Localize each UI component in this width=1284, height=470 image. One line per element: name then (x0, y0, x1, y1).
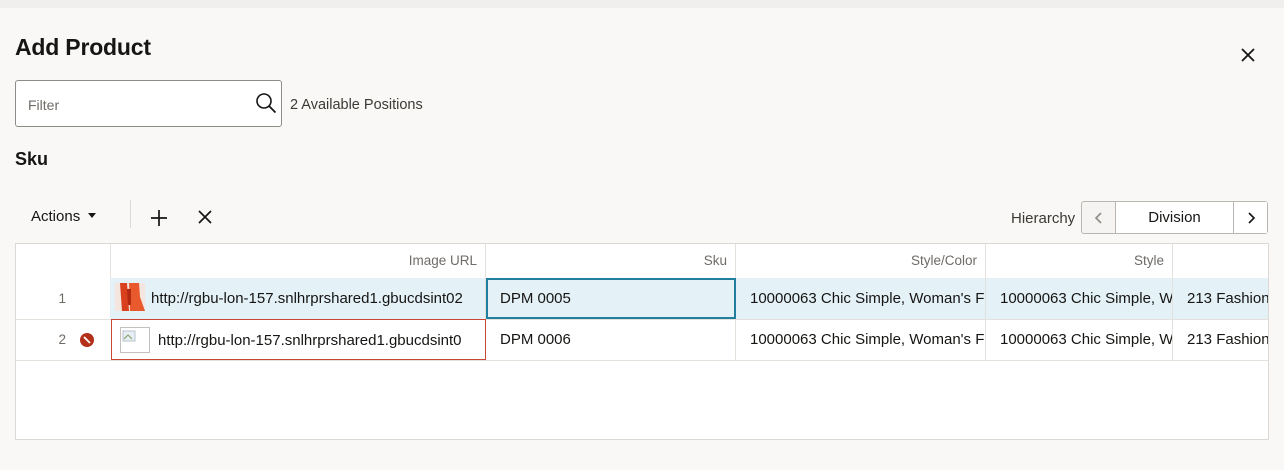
available-positions-text: 2 Available Positions (290, 97, 423, 113)
sku-table: Image URL Sku Style/Color Style 1 http:/… (15, 243, 1269, 440)
cell-style[interactable]: 10000063 Chic Simple, W (986, 319, 1173, 360)
broken-image-icon (120, 327, 150, 353)
hierarchy-next-button[interactable] (1233, 202, 1267, 233)
dialog-title: Add Product (15, 34, 151, 60)
cell-style-color[interactable]: 10000063 Chic Simple, Woman's F (736, 319, 986, 360)
table-row[interactable]: 1 http://rgbu-lon-157.snlhrprshared1.gbu… (16, 278, 1268, 320)
cell-style[interactable]: 10000063 Chic Simple, W (986, 278, 1173, 319)
x-icon[interactable] (195, 207, 215, 227)
filter-input[interactable] (26, 81, 250, 128)
background-page-strip (0, 0, 1284, 8)
plus-icon[interactable] (148, 207, 170, 229)
cell-extra[interactable]: 213 Fashion (1173, 319, 1268, 360)
filter-field[interactable] (15, 80, 282, 128)
image-url-text: http://rgbu-lon-157.snlhrprshared1.gbucd… (158, 332, 462, 349)
image-url-text: http://rgbu-lon-157.snlhrprshared1.gbucd… (151, 290, 463, 307)
error-icon (80, 333, 94, 347)
product-thumbnail (115, 283, 145, 311)
cell-sku[interactable]: DPM 0006 (486, 319, 736, 360)
cell-sku[interactable]: DPM 0005 (486, 278, 736, 319)
cell-image-url[interactable]: http://rgbu-lon-157.snlhrprshared1.gbucd… (111, 319, 486, 360)
row-header: 1 (16, 278, 110, 319)
caret-down-icon (88, 213, 97, 218)
header-sku[interactable]: Sku (486, 244, 736, 278)
cell-extra[interactable]: 213 Fashion (1173, 278, 1268, 319)
cell-style-color[interactable]: 10000063 Chic Simple, Woman's F (736, 278, 986, 319)
table-row[interactable]: 2 http://rgbu-lon-157.snlhrprshared1.gbu… (16, 319, 1268, 361)
header-rownum (16, 244, 111, 278)
actions-menu-button[interactable]: Actions (31, 208, 97, 225)
hierarchy-label: Hierarchy (1011, 210, 1076, 227)
actions-label: Actions (31, 208, 81, 225)
header-image-url[interactable]: Image URL (111, 244, 486, 278)
section-title-sku: Sku (15, 149, 49, 169)
header-style[interactable]: Style (986, 244, 1173, 278)
toolbar-divider (130, 200, 131, 228)
row-number: 1 (58, 291, 66, 306)
row-number: 2 (58, 332, 66, 347)
hierarchy-value[interactable]: Division (1116, 202, 1233, 233)
header-style-color[interactable]: Style/Color (736, 244, 986, 278)
chevron-left-icon (1094, 211, 1102, 224)
cell-image-url[interactable]: http://rgbu-lon-157.snlhrprshared1.gbucd… (111, 278, 486, 319)
chevron-right-icon (1247, 211, 1255, 224)
close-icon[interactable] (1236, 43, 1260, 67)
search-icon[interactable] (255, 92, 277, 114)
table-header: Image URL Sku Style/Color Style (16, 244, 1268, 279)
hierarchy-selector: Division (1081, 201, 1268, 234)
header-extra[interactable] (1173, 244, 1268, 278)
hierarchy-prev-button[interactable] (1082, 202, 1116, 233)
